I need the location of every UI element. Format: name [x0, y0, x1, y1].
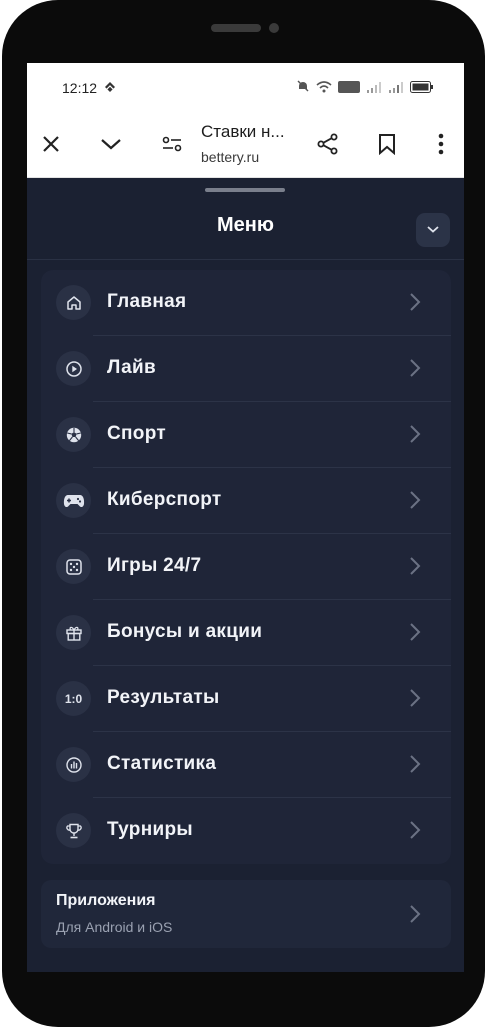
- menu-item-label: Игры 24/7: [107, 555, 202, 576]
- screen: 12:12 Ставки н... bettery.ru Меню Главна…: [27, 63, 464, 972]
- menu-item-sport[interactable]: Спорт: [41, 402, 451, 468]
- menu-item-results[interactable]: 1:0 Результаты: [41, 666, 451, 732]
- sync-status-icon: [103, 80, 117, 99]
- play-icon: [56, 351, 91, 386]
- apps-download-card[interactable]: Приложения Для Android и iOS: [41, 880, 451, 948]
- menu-item-bonuses[interactable]: Бонусы и акции: [41, 600, 451, 666]
- speaker: [211, 24, 261, 32]
- menu-sheet: Меню Главная Лайв Спорт Киберспорт Игры …: [27, 178, 464, 972]
- chevron-right-icon: [409, 358, 421, 383]
- close-icon[interactable]: [36, 129, 66, 159]
- chevron-right-icon: [409, 622, 421, 647]
- menu-item-games[interactable]: Игры 24/7: [41, 534, 451, 600]
- bookmark-icon[interactable]: [372, 129, 402, 159]
- menu-item-label: Лайв: [107, 357, 156, 378]
- status-bar: 12:12: [27, 63, 464, 113]
- chevron-right-icon: [409, 424, 421, 449]
- chevron-down-icon[interactable]: [96, 129, 126, 159]
- menu-item-statistics[interactable]: Статистика: [41, 732, 451, 798]
- menu-item-label: Спорт: [107, 423, 166, 444]
- menu-header: Меню: [27, 192, 464, 260]
- browser-toolbar: Ставки н... bettery.ru: [27, 113, 464, 178]
- apps-title: Приложения: [56, 892, 156, 909]
- front-camera: [269, 23, 279, 33]
- volte-icon: [338, 80, 360, 98]
- phone-frame: 12:12 Ставки н... bettery.ru Меню Главна…: [2, 0, 485, 1027]
- soccer-ball-icon: [56, 417, 91, 452]
- signal-icon-2: [388, 80, 404, 98]
- chevron-right-icon: [409, 754, 421, 779]
- chevron-right-icon: [409, 292, 421, 317]
- gift-icon: [56, 615, 91, 650]
- gamepad-icon: [56, 483, 91, 518]
- share-icon[interactable]: [313, 129, 343, 159]
- menu-item-home[interactable]: Главная: [41, 270, 451, 336]
- chevron-down-icon: [426, 221, 440, 239]
- collapse-menu-button[interactable]: [416, 213, 450, 247]
- menu-item-label: Статистика: [107, 753, 217, 774]
- menu-item-label: Бонусы и акции: [107, 621, 263, 642]
- score-icon: 1:0: [56, 681, 91, 716]
- chevron-right-icon: [409, 688, 421, 713]
- menu-item-esports[interactable]: Киберспорт: [41, 468, 451, 534]
- chevron-right-icon: [409, 490, 421, 515]
- menu-item-label: Турниры: [107, 819, 193, 840]
- menu-item-label: Киберспорт: [107, 489, 222, 510]
- site-settings-icon[interactable]: [157, 129, 187, 159]
- menu-list: Главная Лайв Спорт Киберспорт Игры 24/7 …: [41, 270, 451, 864]
- chevron-right-icon: [409, 904, 421, 929]
- menu-item-live[interactable]: Лайв: [41, 336, 451, 402]
- signal-icon-1: [366, 80, 382, 98]
- menu-item-tournaments[interactable]: Турниры: [41, 798, 451, 864]
- wifi-icon: [316, 80, 332, 98]
- trophy-icon: [56, 813, 91, 848]
- stats-icon: [56, 747, 91, 782]
- status-icons: [296, 79, 434, 98]
- page-url: bettery.ru: [201, 149, 260, 165]
- home-icon: [56, 285, 91, 320]
- battery-icon: [410, 80, 434, 98]
- menu-item-label: Результаты: [107, 687, 220, 708]
- chevron-right-icon: [409, 820, 421, 845]
- chevron-right-icon: [409, 556, 421, 581]
- mute-icon: [296, 79, 310, 98]
- page-title: Ставки н...: [201, 122, 285, 141]
- dice-icon: [56, 549, 91, 584]
- apps-subtitle: Для Android и iOS: [56, 919, 173, 935]
- menu-title: Меню: [217, 214, 274, 236]
- menu-item-label: Главная: [107, 291, 187, 312]
- status-time: 12:12: [62, 80, 98, 96]
- more-options-icon[interactable]: [426, 129, 456, 159]
